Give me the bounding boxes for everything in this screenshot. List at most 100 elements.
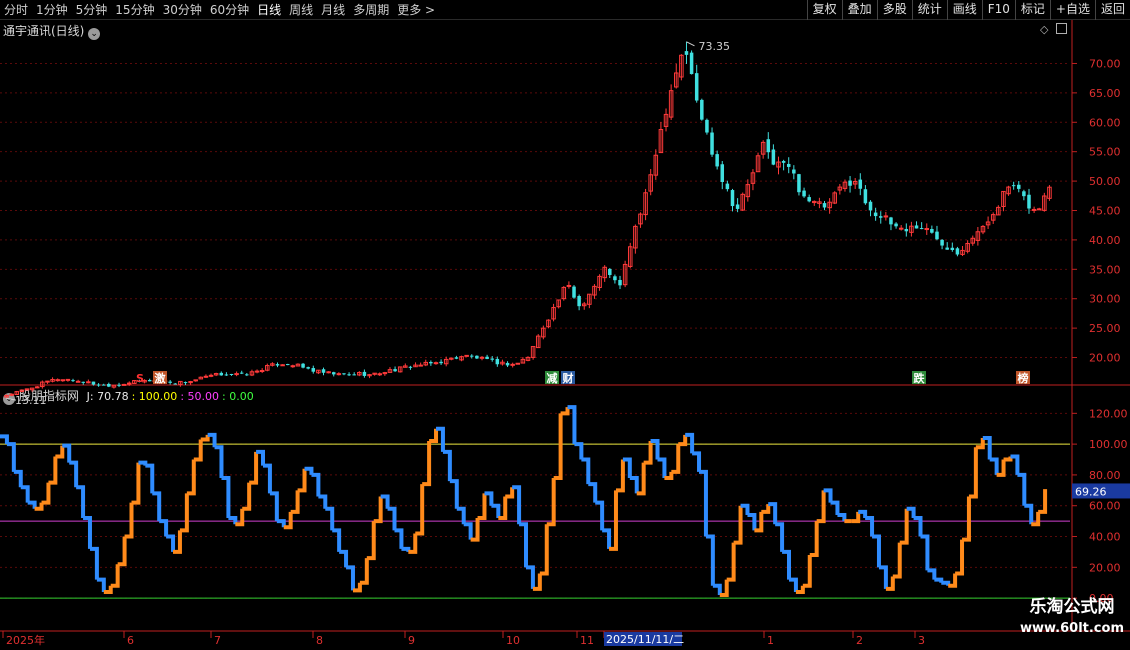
candle-body xyxy=(1036,208,1042,211)
j-segment xyxy=(318,494,328,509)
j-segment xyxy=(553,413,563,480)
candle-body xyxy=(259,370,265,373)
candle-body xyxy=(873,212,878,217)
candle-body xyxy=(203,375,209,378)
adjust-button[interactable]: 复权 xyxy=(806,0,842,20)
candle-body xyxy=(224,374,229,376)
candle-body xyxy=(91,381,96,385)
j-segment xyxy=(449,479,459,509)
candle-body xyxy=(950,247,955,251)
date-label: 9 xyxy=(408,634,415,647)
candle-body xyxy=(60,379,66,382)
add-watchlist-button[interactable]: +自选 xyxy=(1049,0,1095,20)
candle-body xyxy=(34,386,40,389)
candle-body xyxy=(1017,184,1021,189)
j-segment xyxy=(0,434,9,445)
j-segment xyxy=(837,512,847,522)
j-segment xyxy=(692,451,702,472)
date-label: 2025年 xyxy=(6,633,45,647)
candle-body xyxy=(898,227,904,230)
marker-text: 跌 xyxy=(914,371,926,385)
period-tab[interactable]: 30分钟 xyxy=(159,0,206,20)
candle-body xyxy=(807,197,811,202)
candle-body xyxy=(771,149,776,165)
candle-body xyxy=(878,216,883,218)
j-segment xyxy=(290,490,300,514)
candle-body xyxy=(173,383,178,385)
date-label: 2 xyxy=(856,634,863,647)
candle-body xyxy=(439,361,443,364)
multi-stock-button[interactable]: 多股 xyxy=(876,0,912,20)
period-tab[interactable]: 分时 xyxy=(0,0,32,20)
price-tick-label: 55.00 xyxy=(1089,146,1121,159)
candle-body xyxy=(930,228,934,233)
price-tick-label: 30.00 xyxy=(1089,293,1121,306)
draw-line-button[interactable]: 画线 xyxy=(946,0,982,20)
period-tab[interactable]: 60分钟 xyxy=(206,0,253,20)
candle-body xyxy=(919,228,924,230)
candle-body xyxy=(239,372,244,374)
candle-body xyxy=(55,379,60,382)
j-segment xyxy=(878,565,888,589)
j-segment xyxy=(179,493,189,533)
j-segment xyxy=(526,565,535,589)
j-segment xyxy=(968,447,978,499)
more-periods-button[interactable]: 更多 > xyxy=(393,0,439,20)
j-segment xyxy=(145,463,155,494)
period-tab[interactable]: 周线 xyxy=(285,0,317,20)
candle-body xyxy=(490,358,494,360)
candle-body xyxy=(219,372,224,376)
marker-text: S xyxy=(136,372,144,385)
period-tab[interactable]: 多周期 xyxy=(349,0,393,20)
top-toolbar: 分时 1分钟 5分钟 15分钟 30分钟 60分钟 日线 周线 月线 多周期 更… xyxy=(0,0,1130,20)
low-label: 13.11 xyxy=(15,394,47,407)
candle-body xyxy=(45,380,50,383)
period-tab[interactable]: 月线 xyxy=(317,0,349,20)
j-segment xyxy=(602,528,612,549)
j-segment xyxy=(872,534,881,568)
candle-body xyxy=(464,354,469,357)
f10-button[interactable]: F10 xyxy=(981,0,1015,20)
j-segment xyxy=(539,524,549,576)
candle-body xyxy=(715,154,719,167)
j-segment xyxy=(166,534,176,552)
candle-body xyxy=(245,374,249,376)
j-segment xyxy=(41,482,51,505)
period-tab[interactable]: 15分钟 xyxy=(111,0,158,20)
candle-body xyxy=(331,372,336,375)
period-tab[interactable]: 1分钟 xyxy=(32,0,72,20)
j-segment xyxy=(48,456,58,485)
price-tick-label: 20.00 xyxy=(1089,352,1121,365)
high-label: 73.35 xyxy=(698,40,730,53)
j-segment xyxy=(359,558,369,585)
j-segment xyxy=(263,463,272,494)
period-tab[interactable]: 5分钟 xyxy=(72,0,112,20)
candle-body xyxy=(183,382,188,384)
watermark-title: 乐淘公式网 xyxy=(1029,597,1115,617)
marker-text: 激 xyxy=(155,371,166,385)
candle-body xyxy=(566,284,572,287)
j-segment xyxy=(249,451,259,485)
candle-body xyxy=(393,369,397,372)
j-segment xyxy=(948,573,958,588)
candle-body xyxy=(577,296,581,307)
back-button[interactable]: 返回 xyxy=(1094,0,1130,20)
statistics-button[interactable]: 统计 xyxy=(911,0,947,20)
candle-body xyxy=(311,368,316,372)
candle-body xyxy=(792,169,796,174)
price-tick-label: 70.00 xyxy=(1089,57,1121,70)
date-label: 7 xyxy=(214,634,221,647)
candle-body xyxy=(285,364,290,366)
candle-body xyxy=(684,51,689,55)
candle-body xyxy=(208,374,214,377)
j-segment xyxy=(346,565,355,591)
j-segment xyxy=(802,555,812,588)
period-tabs: 分时 1分钟 5分钟 15分钟 30分钟 60分钟 日线 周线 月线 多周期 更… xyxy=(0,0,439,20)
j-segment xyxy=(705,534,715,586)
overlay-button[interactable]: 叠加 xyxy=(841,0,877,20)
j-segment xyxy=(615,459,625,493)
j-segment xyxy=(131,462,141,505)
mark-button[interactable]: 标记 xyxy=(1014,0,1050,20)
candle-body xyxy=(347,374,351,376)
period-tab-active[interactable]: 日线 xyxy=(253,0,285,20)
